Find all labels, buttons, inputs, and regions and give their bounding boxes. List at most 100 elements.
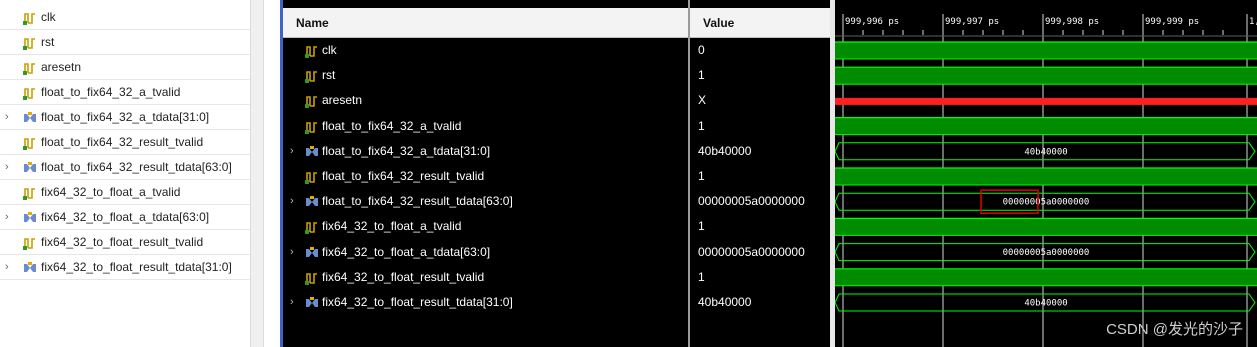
object-row[interactable]: › float_to_fix64_32_result_tdata[63:0] [0,156,250,180]
signal-name: float_to_fix64_32_a_tvalid [322,118,462,133]
signal-value-row[interactable]: 0 [690,38,830,63]
signal-name-row[interactable]: float_to_fix64_32_result_tvalid [283,164,688,189]
signal-value-row[interactable]: 1 [690,164,830,189]
signal-name: float_to_fix64_32_a_tdata[31:0] [322,143,491,158]
signal-icon [305,120,319,134]
object-label: clk [41,10,56,24]
signal-icon [305,220,319,235]
expand-chevron-icon[interactable]: › [5,261,15,273]
signal-value: 1 [698,219,705,234]
value-header-label: Value [703,16,735,30]
object-row[interactable]: clk [0,6,250,30]
object-row[interactable]: › fix64_32_to_float_result_tdata[31:0] [0,256,250,280]
signal-value: 1 [698,169,705,183]
waveform-area[interactable]: 999,996 ps 999,997 ps 999,998 ps 999,999 ps… [835,0,1257,347]
signal-name-row[interactable]: › float_to_fix64_32_a_tdata[31:0] [283,139,688,164]
bit-signal-icon [23,138,35,150]
bit-signal-icon [305,222,317,235]
time-label: 999,997 ps [945,17,999,27]
signal-icon [23,136,37,150]
object-row[interactable]: › fix64_32_to_float_a_tdata[63:0] [0,206,250,230]
bit-signal-icon [305,272,317,285]
wave-bus-value: 40b40000 [1024,299,1067,309]
object-label: float_to_fix64_32_a_tvalid [41,85,181,99]
objects-panel-scrollbar[interactable] [250,0,264,347]
signal-value: 1 [698,68,705,83]
signal-value-row[interactable]: 1 [690,214,830,239]
signal-value: 40b40000 [698,295,752,309]
bit-signal-icon [305,172,317,184]
expand-chevron-icon[interactable]: › [290,296,294,308]
bus-signal-icon [24,262,36,272]
signal-name-row[interactable]: › fix64_32_to_float_result_tdata[31:0] [283,290,688,315]
wave-bit-fill [835,218,1257,236]
signal-value-row[interactable]: 40b40000 [690,290,830,315]
wave-bit-fill [835,168,1257,185]
time-label: 999,998 ps [1045,17,1099,27]
signal-icon [23,261,37,275]
signal-value-row[interactable]: 1 [690,265,830,290]
bus-signal-icon [306,145,318,156]
wave-name-column: Name clk rst aresetn float_to_fix64_32_a_tv… [283,0,688,347]
signal-value-row[interactable]: 1 [690,114,830,139]
signal-value-row[interactable]: 1 [690,63,830,88]
signal-value: 40b40000 [698,143,752,158]
object-row[interactable]: fix64_32_to_float_result_tvalid [0,231,250,255]
expand-chevron-icon[interactable]: › [290,246,294,258]
wave-bit-fill [835,67,1257,85]
signal-name: aresetn [322,93,363,108]
signal-value-row[interactable]: 00000005a0000000 [690,189,830,214]
bit-signal-icon [305,121,317,134]
wave-bit-fill [835,268,1257,286]
signal-name-row[interactable]: fix64_32_to_float_result_tvalid [283,265,688,290]
expand-chevron-icon[interactable]: › [5,211,15,223]
signal-name: fix64_32_to_float_a_tvalid [322,219,462,234]
signal-name: float_to_fix64_32_result_tdata[63:0] [322,194,513,209]
wave-value-column: Value 0 1 X 1 40b40000 1 00000005a0000000 1 0000… [690,0,830,347]
object-row[interactable]: fix64_32_to_float_a_tvalid [0,181,250,205]
signal-value-row[interactable]: 40b40000 [690,139,830,164]
bit-signal-icon [23,13,35,25]
bus-signal-icon [306,246,318,257]
expand-chevron-icon[interactable]: › [290,195,294,207]
signal-value: 1 [698,269,705,284]
waveform-canvas[interactable]: 999,996 ps 999,997 ps 999,998 ps 999,999 ps… [835,0,1257,347]
signal-name-row[interactable]: rst [283,63,688,88]
bus-signal-icon [306,297,318,307]
signal-value-row[interactable]: 00000005a0000000 [690,240,830,265]
wave-bit-fill [835,42,1257,59]
object-label: fix64_32_to_float_a_tvalid [41,185,181,199]
signal-name-row[interactable]: clk [283,38,688,63]
wave-bus-value: 00000005a0000000 [1003,248,1090,258]
signal-value: 1 [698,118,705,133]
bit-signal-icon [305,46,317,58]
bus-signal-icon [24,212,36,222]
name-header-label: Name [296,16,329,30]
signal-name-row[interactable]: › float_to_fix64_32_result_tdata[63:0] [283,189,688,214]
signal-name-row[interactable]: fix64_32_to_float_a_tvalid [283,214,688,239]
signal-value-row[interactable]: X [690,88,830,113]
waveform-window: Name clk rst aresetn float_to_fix64_32_a_tv… [283,0,1257,347]
signal-name-row[interactable]: › fix64_32_to_float_a_tdata[63:0] [283,240,688,265]
expand-chevron-icon[interactable]: › [5,161,15,173]
object-row[interactable]: rst [0,31,250,55]
object-row[interactable]: float_to_fix64_32_a_tvalid [0,81,250,105]
signal-icon [23,36,37,50]
object-row[interactable]: float_to_fix64_32_result_tvalid [0,131,250,155]
expand-chevron-icon[interactable]: › [290,145,294,157]
signal-name-row[interactable]: aresetn [283,88,688,113]
signal-name: rst [322,68,336,83]
signal-name: float_to_fix64_32_result_tvalid [322,169,485,183]
value-column-header[interactable]: Value [690,8,830,38]
expand-chevron-icon[interactable]: › [5,111,15,123]
bit-signal-icon [23,38,35,50]
signal-name-row[interactable]: float_to_fix64_32_a_tvalid [283,114,688,139]
name-column-header[interactable]: Name [283,8,688,38]
signal-value: 0 [698,43,705,57]
bit-signal-icon [23,63,35,75]
wave-bus-value: 00000005a0000000 [1003,198,1090,208]
object-label: float_to_fix64_32_result_tdata[63:0] [41,160,232,174]
signal-name: fix64_32_to_float_result_tvalid [322,269,485,284]
object-row[interactable]: aresetn [0,56,250,80]
object-row[interactable]: › float_to_fix64_32_a_tdata[31:0] [0,106,250,130]
